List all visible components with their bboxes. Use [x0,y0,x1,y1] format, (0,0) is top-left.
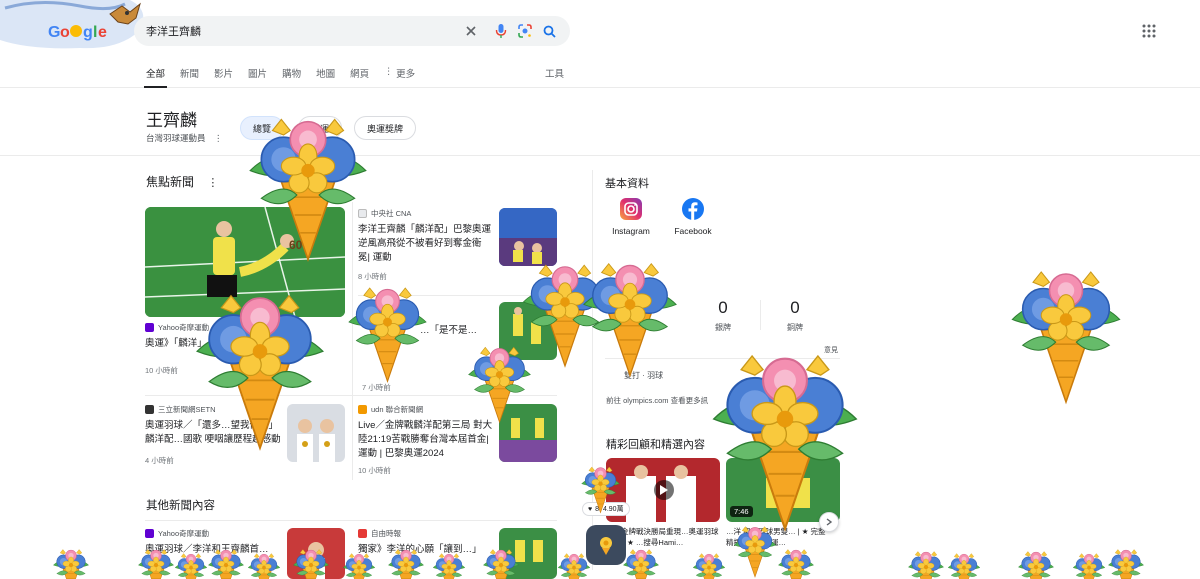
flower-bouquet-icon[interactable] [340,552,378,579]
instagram-link[interactable]: Instagram [608,198,654,236]
entity-header: 王齊麟 台灣羽球運動員 ⋮ 總覽 奧運 奧運獎牌 [0,88,1200,156]
news-headline[interactable]: 李洋王齊麟「麟洋配」巴黎奧運逆風高飛從不被看好到奪金衛冕| 運動 [358,223,493,265]
setn-logo-icon [145,405,154,414]
news-card[interactable]: 中央社 CNA 李洋王齊麟「麟洋配」巴黎奧運逆風高飛從不被看好到奪金衛冕| 運動… [358,208,493,282]
news-source-label: 自由時報 [371,529,401,538]
udn-logo-icon [358,405,367,414]
flower-bouquet-icon[interactable] [555,552,593,579]
flower-bouquet-icon[interactable] [1015,550,1057,579]
lens-icon[interactable] [516,22,534,40]
flower-icon [600,537,612,555]
profile-title: 基本資料 [605,178,649,190]
tab-all[interactable]: 全部 [143,64,168,88]
flower-bouquet-icon[interactable] [620,548,662,579]
more-options-icon[interactable]: ⋮ [207,177,218,189]
news-thumbnail[interactable] [499,208,557,266]
svg-text:l: l [93,24,97,41]
news-source: 中央社 CNA [358,208,493,219]
svg-text:g: g [83,24,93,41]
tab-videos[interactable]: 影片 [214,64,233,88]
apps-grid-icon[interactable] [1142,24,1156,38]
search-input[interactable] [146,16,446,46]
tab-web[interactable]: 網頁 [350,64,369,88]
facebook-link[interactable]: Facebook [670,198,716,236]
flower-bouquet-icon[interactable] [578,465,623,515]
svg-text:e: e [98,24,107,41]
yahoo-logo-icon [145,529,154,538]
search-icon[interactable] [540,22,558,40]
top-stories-title-text: 焦點新聞 [146,175,195,189]
news-time: 10 小時前 [358,466,391,475]
search-box[interactable] [134,16,570,46]
flower-bouquet-icon[interactable] [1105,548,1147,579]
instagram-label: Instagram [612,226,650,236]
flower-bouquet-icon[interactable] [340,285,435,385]
svg-text:G: G [48,24,60,41]
flower-bouquet-icon[interactable] [480,548,522,579]
search-tabs: 全部 新聞 影片 圖片 購物 地圖 網頁 ⋮ 更多 [143,64,430,88]
tab-maps[interactable]: 地圖 [316,64,335,88]
news-time: 8 小時前 [358,272,387,281]
bronze-medal-count: 0 [790,298,800,317]
more-news-title: 其他新聞內容 [146,500,215,512]
tab-more[interactable]: ⋮ 更多 [384,64,415,88]
microphone-icon[interactable] [492,22,510,40]
facebook-label: Facebook [674,226,712,236]
news-source-label: udn 聯合新聞網 [371,405,424,414]
flower-bouquet-icon[interactable] [135,548,177,579]
more-options-icon[interactable]: ⋮ [214,133,223,143]
divider [760,300,761,330]
clear-icon[interactable] [462,22,480,40]
flower-bouquet-icon[interactable] [238,115,378,265]
flower-bouquet-icon[interactable] [905,550,947,579]
flower-bouquet-icon[interactable] [690,552,728,579]
flower-bouquet-icon[interactable] [775,548,817,579]
flower-bouquet-icon[interactable] [185,290,335,455]
bouquet-count: 60 [289,238,303,252]
flower-bouquet-icon[interactable] [575,255,685,385]
svg-text:o: o [60,24,70,41]
silver-medal-count: 0 [718,298,728,317]
silver-medal-label: 銀牌 [715,323,731,332]
flower-bouquet-icon[interactable] [945,552,983,579]
tools-button[interactable]: 工具 [545,66,564,80]
news-source-label: Yahoo奇摩運動 [158,529,210,538]
flower-bouquet-icon[interactable] [700,348,870,538]
tab-news[interactable]: 新聞 [180,64,199,88]
tab-images[interactable]: 圖片 [248,64,267,88]
flower-bouquet-icon[interactable] [245,552,283,579]
flower-bouquet-icon[interactable] [730,525,780,579]
olympics-link[interactable]: 前往 olympics.com 查看更多訊 [606,395,708,406]
news-time: 4 小時前 [145,456,174,465]
flower-bouquet-icon[interactable] [50,548,92,579]
news-headline[interactable]: Live／金牌戰麟洋配第三局 對大陸21:19苦戰勝奪台灣本屆首金| 運動 | … [358,419,493,461]
tab-shopping[interactable]: 購物 [282,64,301,88]
flower-bouquet-icon[interactable] [385,548,427,579]
tab-more-label: 更多 [396,69,416,80]
facebook-icon [682,198,704,220]
flower-bouquet-icon[interactable] [290,548,332,579]
highlights-title: 精彩回顧和精選內容 [606,439,705,451]
entity-name: 王齊麟 [146,111,197,130]
flower-bouquet-icon[interactable] [205,548,247,579]
yahoo-logo-icon [145,323,154,332]
flower-bouquet-icon[interactable] [430,552,468,579]
divider [145,520,557,521]
more-vert-icon: ⋮ [384,66,394,76]
news-source: Yahoo奇摩運動 [145,528,285,539]
instagram-icon [620,198,642,220]
ltn-logo-icon [358,529,367,538]
google-doodle-logo[interactable]: G o g l e [0,0,150,58]
play-icon[interactable] [654,480,674,500]
flower-bouquet-icon[interactable] [1070,552,1108,579]
top-stories-title: 焦點新聞 ⋮ [146,173,218,190]
news-source: 自由時報 [358,528,493,539]
entity-subtitle-text: 台灣羽球運動員 [146,133,206,143]
flower-bouquet-icon[interactable] [1002,265,1130,410]
entity-subtitle: 台灣羽球運動員 ⋮ [146,132,222,144]
bronze-medal-label: 銅牌 [787,323,803,332]
header: G o g l e 全部 新聞 影片 圖片 購物 [0,0,1200,88]
